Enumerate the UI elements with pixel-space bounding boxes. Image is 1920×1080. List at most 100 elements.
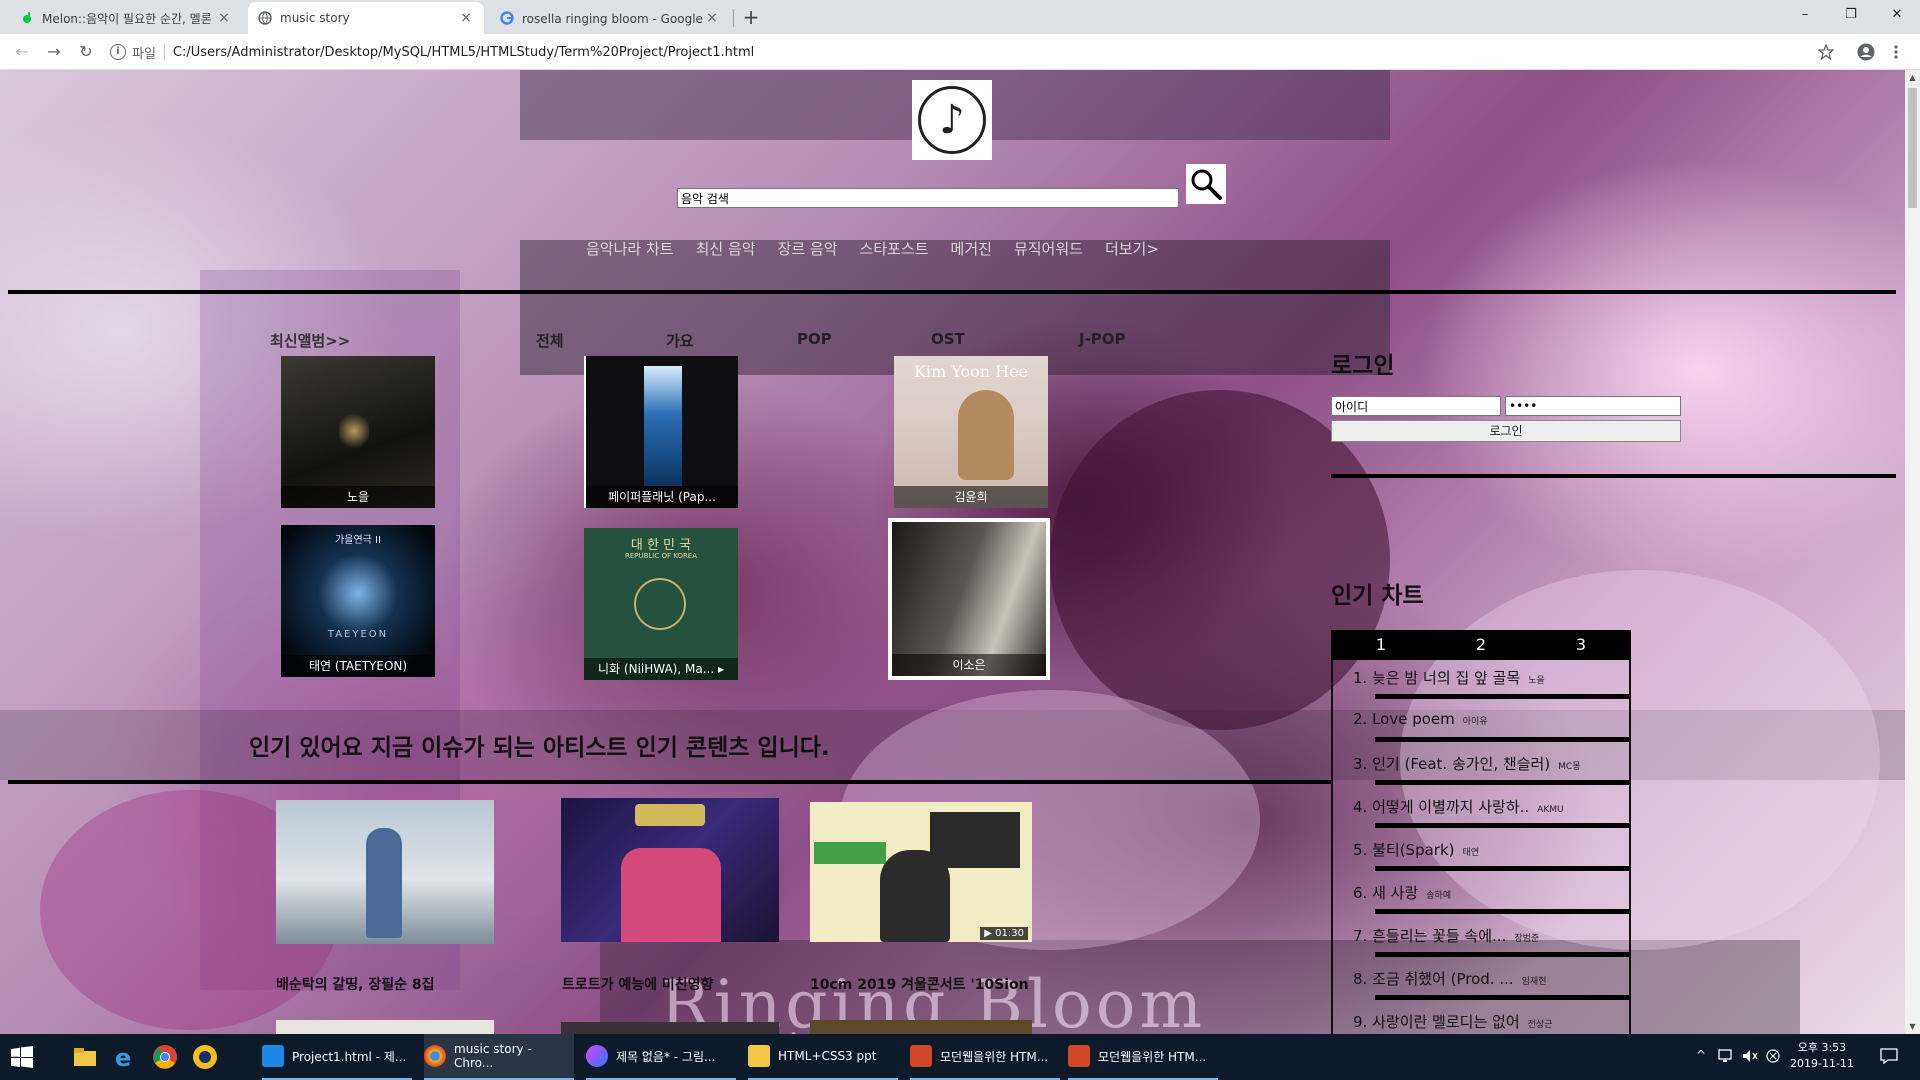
chart-row[interactable]: 1. 늦은 밤 너의 집 앞 골목 노을	[1353, 660, 1629, 703]
tab-melon[interactable]: Melon::음악이 필요한 순간, 멜론 ×	[10, 2, 242, 34]
taskbar-item-powerpoint[interactable]: 모던웹을위한 HTM...	[1068, 1034, 1218, 1080]
tab-ost[interactable]: OST	[931, 330, 965, 348]
system-clock[interactable]: 오후 3:53 2019-11-11	[1790, 1040, 1854, 1072]
windows-start-icon[interactable]	[10, 1045, 34, 1069]
chart-artist[interactable]: 노을	[1528, 676, 1545, 686]
album-card[interactable]: 대 한 민 국 REPUBLIC OF KOREA 니화 (NiiHWA), M…	[584, 528, 738, 680]
chart-row[interactable]: 7. 흔들리는 꽃들 속에... 장범준	[1353, 918, 1629, 961]
taskbar-item-vscode[interactable]: Project1.html - 제...	[262, 1034, 412, 1080]
password-field[interactable]	[1505, 396, 1681, 416]
chart-artist[interactable]: AKMU	[1537, 805, 1563, 815]
chart-song-title[interactable]: 인기 (Feat. 송가인, 챈슬러)	[1372, 755, 1550, 773]
taskbar-item-chrome[interactable]: music story - Chro...	[424, 1034, 574, 1080]
notification-status-icon[interactable]	[1766, 1049, 1780, 1063]
chart-song-title[interactable]: 흔들리는 꽃들 속에...	[1372, 927, 1506, 945]
content-caption[interactable]: 배순탁의 갈띵, 장필순 8집	[276, 974, 434, 994]
tab-pop[interactable]: POP	[797, 330, 832, 348]
chart-tab-1[interactable]: 1	[1331, 630, 1431, 660]
content-caption[interactable]: 트로트가 예능에 미친영향	[562, 974, 713, 994]
security-app-icon[interactable]	[192, 1044, 218, 1070]
close-tab-icon[interactable]: ×	[216, 10, 232, 26]
search-input[interactable]	[677, 188, 1179, 208]
chart-row[interactable]: 6. 새 사랑 송하예	[1353, 875, 1629, 918]
content-thumbnail[interactable]	[276, 800, 494, 944]
chart-row[interactable]: 9. 사랑이란 멜로디는 없어 전상근	[1353, 1004, 1629, 1034]
album-card[interactable]: 이소은	[888, 518, 1050, 680]
content-caption[interactable]: 10cm 2019 겨울콘서트 '10Sion	[810, 974, 1029, 994]
chart-song-title[interactable]: Love poem	[1372, 710, 1455, 728]
new-tab-button[interactable]: +	[737, 4, 765, 32]
address-bar[interactable]: i 파일 C:/Users/Administrator/Desktop/MySQ…	[110, 39, 1810, 65]
nav-genre[interactable]: 장르 음악	[778, 238, 838, 262]
url-text[interactable]: C:/Users/Administrator/Desktop/MySQL/HTM…	[173, 45, 754, 60]
chart-song-title[interactable]: 사랑이란 멜로디는 없어	[1372, 1013, 1520, 1031]
chart-song-title[interactable]: 새 사랑	[1372, 884, 1418, 902]
maximize-button[interactable]: ❐	[1828, 0, 1874, 30]
volume-icon[interactable]	[1742, 1049, 1758, 1063]
chart-artist[interactable]: 송하예	[1426, 891, 1451, 901]
chart-song-title[interactable]: 늦은 밤 너의 집 앞 골목	[1372, 669, 1520, 687]
chart-row[interactable]: 2. Love poem 아이유	[1353, 703, 1629, 746]
bookmark-star-icon[interactable]	[1818, 44, 1834, 60]
chart-song-title[interactable]: 어떻게 이별까지 사랑하..	[1372, 798, 1529, 816]
menu-icon[interactable]	[1893, 44, 1899, 60]
account-icon[interactable]	[1857, 43, 1875, 61]
scroll-thumb[interactable]	[1908, 88, 1917, 208]
content-thumbnail[interactable]	[810, 1020, 1032, 1034]
album-card[interactable]: 노을	[281, 356, 435, 508]
login-button[interactable]: 로그인	[1331, 420, 1681, 442]
chart-row[interactable]: 4. 어떻게 이별까지 사랑하.. AKMU	[1353, 789, 1629, 832]
tab-all[interactable]: 전체	[536, 330, 564, 351]
chart-row[interactable]: 8. 조금 취했어 (Prod. ... 임재현	[1353, 961, 1629, 1004]
chart-row[interactable]: 5. 불티(Spark) 태연	[1353, 832, 1629, 875]
album-card[interactable]: 가을연극 II TAEYEON 태연 (TAETYEON)	[281, 525, 435, 677]
close-tab-icon[interactable]: ×	[704, 10, 720, 26]
album-card[interactable]: 페이퍼플래닛 (Pap...	[584, 356, 738, 508]
album-card[interactable]: Kim Yoon Hee 김윤희	[894, 356, 1048, 508]
internet-explorer-icon[interactable]: e	[112, 1044, 138, 1070]
content-thumbnail[interactable]: ▶ 01:30	[810, 802, 1032, 942]
forward-button[interactable]: →	[42, 40, 66, 64]
content-thumbnail[interactable]	[276, 1020, 494, 1034]
content-thumbnail[interactable]	[561, 1022, 779, 1034]
info-icon[interactable]: i	[110, 44, 126, 60]
nav-more[interactable]: 더보기>	[1105, 238, 1159, 262]
chart-artist[interactable]: 임재현	[1522, 977, 1547, 987]
chart-tab-3[interactable]: 3	[1531, 630, 1631, 660]
close-window-button[interactable]: ✕	[1874, 0, 1920, 30]
chevron-up-icon[interactable]: ^	[1696, 1048, 1706, 1062]
nav-music-award[interactable]: 뮤직어워드	[1014, 238, 1083, 262]
chart-artist[interactable]: 장범준	[1514, 934, 1539, 944]
nav-chart[interactable]: 음악나라 차트	[586, 238, 674, 262]
taskbar-item-folder[interactable]: HTML+CSS3 ppt	[748, 1034, 898, 1080]
taskbar-item-powerpoint[interactable]: 모던웹을위한 HTM...	[910, 1034, 1060, 1080]
chart-tab-2[interactable]: 2	[1431, 630, 1531, 660]
reload-button[interactable]: ↻	[74, 40, 98, 64]
minimize-button[interactable]: –	[1782, 0, 1828, 30]
tab-jpop[interactable]: J-POP	[1079, 330, 1126, 348]
nav-magazine[interactable]: 메거진	[951, 238, 992, 262]
scroll-down-icon[interactable]: ▼	[1905, 1019, 1920, 1034]
site-logo[interactable]: ♪	[912, 80, 992, 160]
page-scrollbar[interactable]: ▲ ▼	[1905, 70, 1920, 1034]
content-thumbnail[interactable]	[561, 798, 779, 942]
tab-kpop[interactable]: 가요	[666, 330, 694, 351]
close-tab-icon[interactable]: ×	[458, 10, 474, 26]
action-center-icon[interactable]	[1880, 1048, 1898, 1064]
nav-new-music[interactable]: 최신 음악	[696, 238, 756, 262]
chart-artist[interactable]: 전상근	[1528, 1020, 1553, 1030]
network-icon[interactable]	[1718, 1049, 1734, 1063]
chart-artist[interactable]: 태연	[1463, 848, 1480, 858]
latest-albums-link[interactable]: 최신앨범>>	[270, 330, 350, 351]
chart-row[interactable]: 3. 인기 (Feat. 송가인, 챈슬러) MC몽	[1353, 746, 1629, 789]
scroll-up-icon[interactable]: ▲	[1905, 70, 1920, 85]
back-button[interactable]: ←	[10, 40, 34, 64]
tab-google-search[interactable]: rosella ringing bloom - Google 검색 ×	[490, 2, 730, 34]
taskbar-item-paint[interactable]: 제목 없음* - 그림...	[586, 1034, 736, 1080]
search-button[interactable]	[1186, 164, 1226, 204]
id-field[interactable]	[1331, 396, 1501, 416]
chart-song-title[interactable]: 조금 취했어 (Prod. ...	[1372, 970, 1514, 988]
nav-starpost[interactable]: 스타포스트	[860, 238, 929, 262]
chart-artist[interactable]: MC몽	[1558, 762, 1580, 772]
chart-artist[interactable]: 아이유	[1463, 717, 1488, 727]
